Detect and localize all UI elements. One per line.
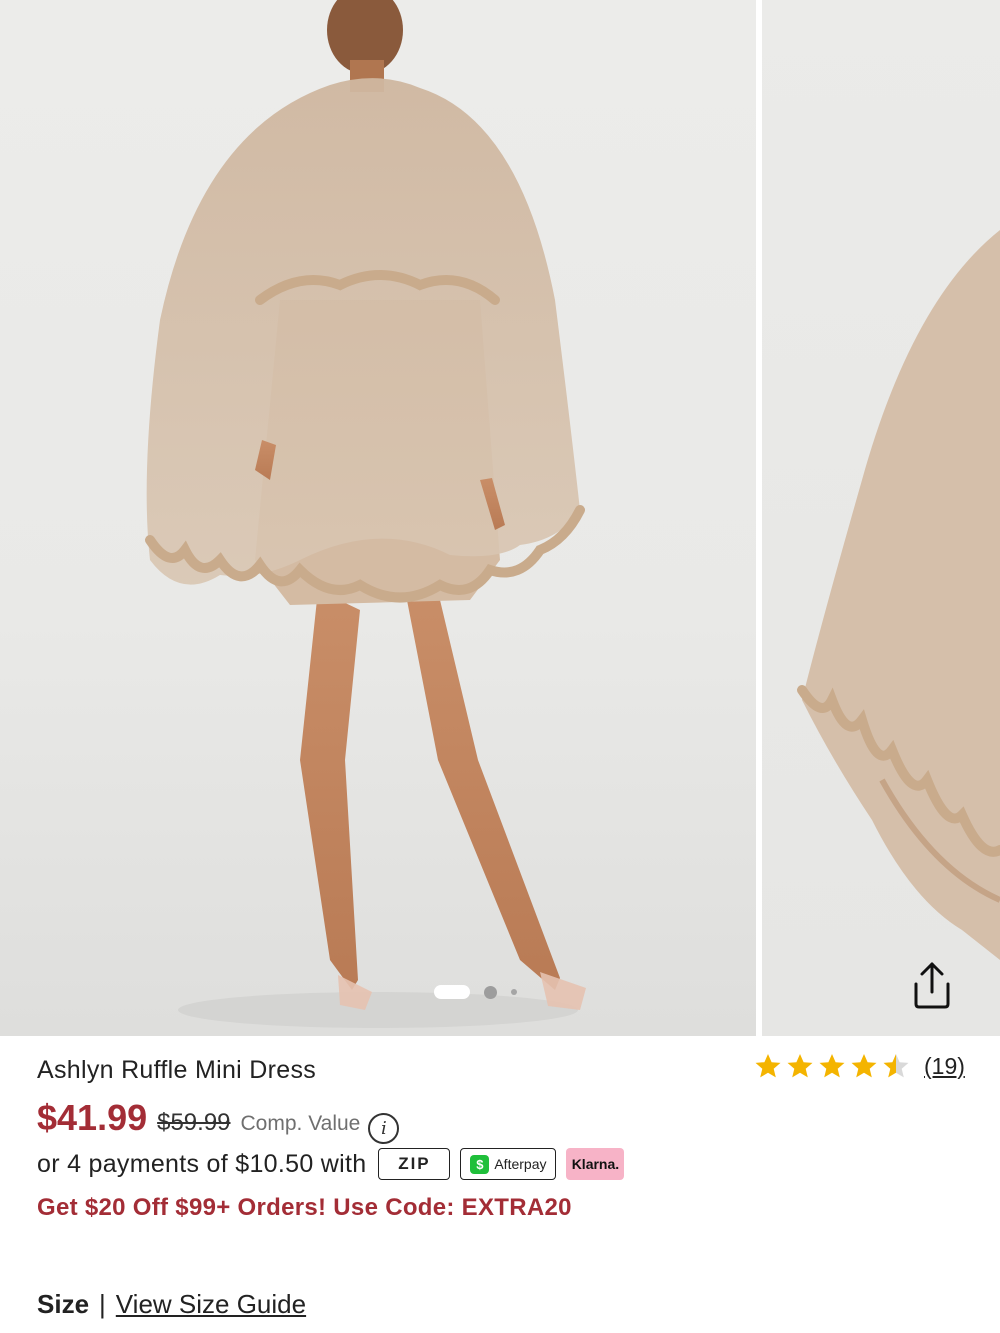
- product-image-next[interactable]: [762, 0, 1000, 1036]
- size-header: Size | View Size Guide: [37, 1289, 306, 1320]
- zip-label: ZIP: [398, 1154, 431, 1173]
- product-image-main[interactable]: [0, 0, 756, 1036]
- product-title: Ashlyn Ruffle Mini Dress: [37, 1056, 317, 1084]
- star-icon: [787, 1054, 813, 1078]
- star-icon: [755, 1054, 781, 1078]
- carousel-dot-2[interactable]: [484, 985, 497, 999]
- sale-price: $41.99: [37, 1097, 148, 1138]
- price-row: $41.99 $59.99 Comp. Value i: [37, 1097, 400, 1144]
- product-image-gallery[interactable]: [0, 0, 1000, 1036]
- info-icon[interactable]: i: [368, 1113, 400, 1144]
- dress-detail-photo: [797, 230, 1000, 960]
- star-icon: [851, 1054, 877, 1078]
- installment-text: or 4 payments of $10.50 with: [37, 1149, 367, 1178]
- review-count-link[interactable]: (19): [924, 1053, 965, 1080]
- share-icon: [914, 962, 950, 1009]
- size-guide-link[interactable]: View Size Guide: [116, 1289, 306, 1320]
- carousel-dot-3[interactable]: [511, 989, 517, 995]
- installment-row: or 4 payments of $10.50 with ZIP $ After…: [37, 1148, 634, 1180]
- rating-stars: [754, 1052, 910, 1080]
- klarna-badge[interactable]: Klarna.: [566, 1148, 625, 1180]
- zip-badge[interactable]: ZIP: [378, 1148, 451, 1180]
- size-label: Size: [37, 1289, 90, 1319]
- share-button[interactable]: [908, 960, 964, 1016]
- star-icon: [883, 1054, 909, 1078]
- star-icon: [819, 1054, 845, 1078]
- klarna-label: Klarna.: [571, 1156, 620, 1172]
- original-price: $59.99: [157, 1109, 231, 1136]
- carousel-dots[interactable]: [434, 985, 517, 999]
- size-separator: |: [99, 1289, 106, 1319]
- dollar-icon: $: [470, 1154, 490, 1174]
- promo-text: Get $20 Off $99+ Orders! Use Code: EXTRA…: [37, 1194, 572, 1221]
- afterpay-badge[interactable]: $ Afterpay: [460, 1148, 557, 1180]
- carousel-dot-1[interactable]: [434, 985, 470, 999]
- dress-photo: [145, 0, 586, 1028]
- afterpay-label: Afterpay: [494, 1156, 547, 1172]
- comp-value-label: Comp. Value: [240, 1112, 361, 1135]
- product-rating[interactable]: (19): [754, 1052, 965, 1080]
